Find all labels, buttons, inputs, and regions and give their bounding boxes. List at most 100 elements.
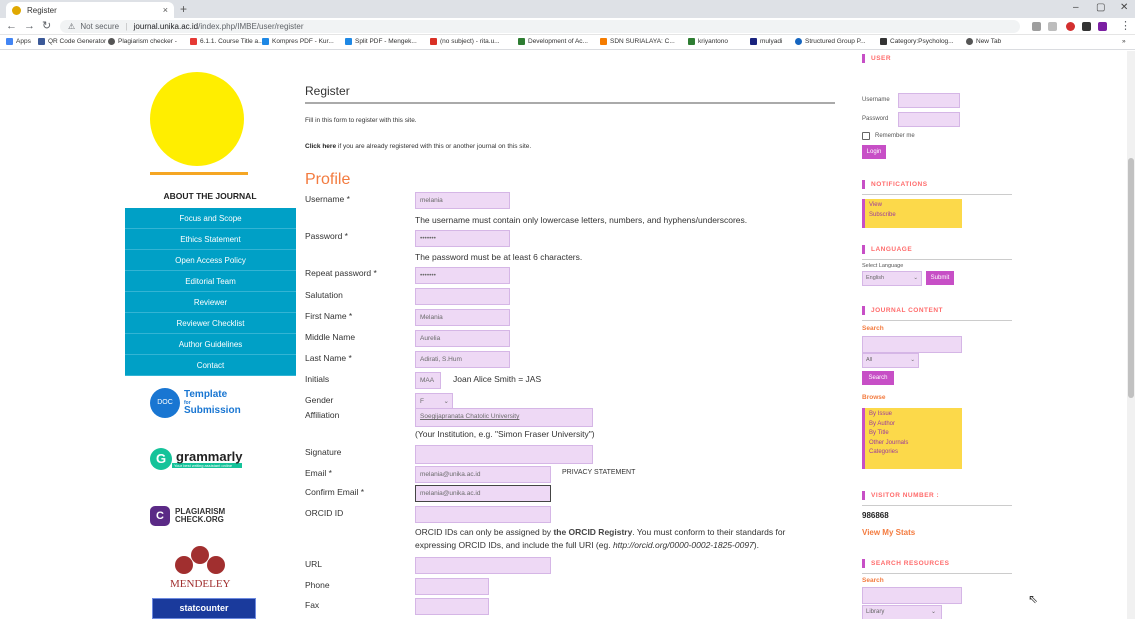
journal-logo bbox=[150, 72, 244, 166]
bookmark-item[interactable]: Apps bbox=[6, 38, 31, 45]
menu-kebab-icon[interactable]: ⋮ bbox=[1120, 19, 1131, 33]
sidebar-username-input[interactable] bbox=[898, 93, 960, 108]
search-scope-select[interactable]: All ⌄ bbox=[862, 353, 919, 368]
resources-search-input[interactable] bbox=[862, 587, 962, 604]
language-submit-button[interactable]: Submit bbox=[926, 271, 954, 285]
browse-label: Browse bbox=[862, 394, 886, 401]
intro-text: Fill in this form to register with this … bbox=[305, 117, 417, 124]
menu-item-open-access[interactable]: Open Access Policy bbox=[125, 250, 296, 271]
scrollbar-thumb[interactable] bbox=[1128, 158, 1134, 398]
view-my-stats-link[interactable]: View My Stats bbox=[862, 528, 915, 537]
affiliation-field[interactable]: Soegijapranata Chatolic University bbox=[415, 408, 593, 427]
click-here-link[interactable]: Click here bbox=[305, 143, 336, 150]
bookmark-item[interactable]: Split PDF - Mengek... bbox=[345, 38, 417, 45]
remember-me-checkbox[interactable] bbox=[862, 132, 870, 140]
bookmark-item[interactable]: Kompres PDF - Kur... bbox=[262, 38, 334, 45]
sidebar-password-input[interactable] bbox=[898, 112, 960, 127]
extension-red-icon[interactable] bbox=[1066, 22, 1075, 31]
bookmark-item[interactable]: mulyadi bbox=[750, 38, 782, 45]
key-icon[interactable] bbox=[1032, 22, 1041, 31]
minimize-icon[interactable]: – bbox=[1073, 2, 1079, 13]
url-host: journal.unika.ac.id bbox=[133, 22, 199, 31]
fax-field[interactable] bbox=[415, 598, 489, 615]
menu-item-reviewer-checklist[interactable]: Reviewer Checklist bbox=[125, 313, 296, 334]
search-button[interactable]: Search bbox=[862, 371, 894, 385]
back-icon[interactable]: ← bbox=[6, 19, 17, 33]
more-bookmarks-icon[interactable]: » bbox=[1122, 38, 1126, 45]
orcid-field[interactable] bbox=[415, 506, 551, 523]
template-submission-link[interactable]: DOC Template for Submission bbox=[150, 388, 241, 418]
salutation-field[interactable] bbox=[415, 288, 510, 305]
bookmark-item[interactable]: New Tab bbox=[966, 38, 1001, 45]
reload-icon[interactable]: ↻ bbox=[42, 19, 51, 33]
menu-item-contact[interactable]: Contact bbox=[125, 355, 296, 376]
privacy-statement-link[interactable]: PRIVACY STATEMENT bbox=[562, 469, 635, 476]
chevron-down-icon: ⌄ bbox=[910, 357, 915, 363]
bookmark-item[interactable]: (no subject) - rita.u... bbox=[430, 38, 500, 45]
bookmark-item[interactable]: SDN SURIALAYA: C... bbox=[600, 38, 675, 45]
browse-categories[interactable]: Categories bbox=[869, 448, 958, 458]
bookmark-item[interactable]: QR Code Generator bbox=[38, 38, 106, 45]
extensions-puzzle-icon[interactable] bbox=[1082, 22, 1091, 31]
email-field[interactable]: melania@unika.ac.id bbox=[415, 466, 551, 483]
bookmark-item[interactable]: Plagiarism checker - bbox=[108, 38, 177, 45]
repeat-password-field[interactable]: ••••••• bbox=[415, 267, 510, 284]
login-button[interactable]: Login bbox=[862, 145, 886, 159]
star-icon[interactable] bbox=[1048, 22, 1057, 31]
menu-item-author-guidelines[interactable]: Author Guidelines bbox=[125, 334, 296, 355]
statcounter-badge[interactable]: statcounter bbox=[152, 598, 256, 619]
bookmark-item[interactable]: Structured Group P... bbox=[795, 38, 866, 45]
close-window-icon[interactable]: ✕ bbox=[1120, 2, 1128, 13]
browser-tab[interactable]: Register × bbox=[6, 2, 174, 18]
username-field[interactable]: melania bbox=[415, 192, 510, 209]
plagiarism-check-link[interactable]: C PLAGIARISM CHECK.ORG bbox=[150, 506, 225, 526]
browse-by-author[interactable]: By Author bbox=[869, 420, 958, 430]
plagiarism-icon: C bbox=[150, 506, 170, 526]
repeat-password-label: Repeat password * bbox=[305, 268, 377, 278]
middle-name-label: Middle Name bbox=[305, 332, 356, 342]
browse-other-journals[interactable]: Other Journals bbox=[869, 439, 958, 449]
orcid-registry-link[interactable]: the ORCID Registry bbox=[553, 527, 632, 537]
bookmark-item[interactable]: 6.1.1. Course Title a... bbox=[190, 38, 264, 45]
url-field[interactable] bbox=[415, 557, 551, 574]
language-select[interactable]: English ⌄ bbox=[862, 271, 922, 286]
last-name-field[interactable]: Adirati, S.Hum bbox=[415, 351, 510, 368]
bookmark-item[interactable]: Development of Ac... bbox=[518, 38, 588, 45]
password-field[interactable]: ••••••• bbox=[415, 230, 510, 247]
first-name-field[interactable]: Melania bbox=[415, 309, 510, 326]
menu-item-editorial-team[interactable]: Editorial Team bbox=[125, 271, 296, 292]
journal-search-input[interactable] bbox=[862, 336, 962, 353]
initials-field[interactable]: MAA bbox=[415, 372, 441, 389]
tab-close-icon[interactable]: × bbox=[163, 5, 168, 15]
restore-icon[interactable]: ▢ bbox=[1096, 2, 1105, 13]
middle-name-field[interactable]: Aurelia bbox=[415, 330, 510, 347]
menu-item-reviewer[interactable]: Reviewer bbox=[125, 292, 296, 313]
new-tab-button[interactable]: + bbox=[180, 2, 187, 16]
notifications-box: View Subscribe bbox=[862, 199, 962, 228]
signature-field[interactable] bbox=[415, 445, 593, 464]
about-menu: Focus and Scope Ethics Statement Open Ac… bbox=[125, 208, 296, 376]
not-secure-label: Not secure bbox=[80, 22, 120, 31]
notif-subscribe-link[interactable]: Subscribe bbox=[869, 211, 958, 221]
orcid-hint-line1: ORCID IDs can only be assigned by the OR… bbox=[415, 527, 786, 537]
resources-select[interactable]: Library ⌄ bbox=[862, 605, 942, 619]
logo-divider bbox=[150, 172, 248, 175]
bookmark-icon bbox=[345, 38, 352, 45]
browse-by-issue[interactable]: By Issue bbox=[869, 410, 958, 420]
phone-field[interactable] bbox=[415, 578, 489, 595]
notif-view-link[interactable]: View bbox=[869, 201, 958, 211]
mendeley-link[interactable]: MENDELEY bbox=[170, 546, 231, 590]
forward-icon[interactable]: → bbox=[24, 19, 35, 33]
url-field[interactable]: ⚠ Not secure | journal.unika.ac.id/index… bbox=[60, 20, 1020, 33]
confirm-email-field[interactable]: melania@unika.ac.id bbox=[415, 485, 551, 502]
bookmark-item[interactable]: Category:Psycholog... bbox=[880, 38, 954, 45]
bookmark-icon bbox=[262, 38, 269, 45]
extension-purple-icon[interactable] bbox=[1098, 22, 1107, 31]
menu-item-focus-scope[interactable]: Focus and Scope bbox=[125, 208, 296, 229]
grammarly-link[interactable]: G grammarly Your best writing assistant … bbox=[150, 448, 243, 470]
search-label: Search bbox=[862, 325, 884, 332]
menu-item-ethics[interactable]: Ethics Statement bbox=[125, 229, 296, 250]
bookmark-item[interactable]: kriyantono bbox=[688, 38, 728, 45]
browse-by-title[interactable]: By Title bbox=[869, 429, 958, 439]
already-registered-text: Click here if you are already registered… bbox=[305, 143, 532, 150]
